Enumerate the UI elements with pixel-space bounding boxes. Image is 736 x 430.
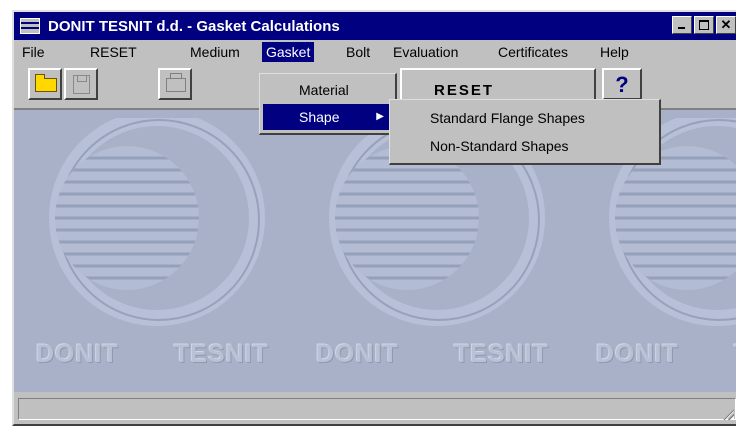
title-bar[interactable]: DONIT TESNIT d.d. - Gasket Calculations … <box>14 12 736 40</box>
app-icon[interactable] <box>20 18 40 34</box>
menu-item-standard-flange-shapes[interactable]: Standard Flange Shapes <box>430 106 585 130</box>
menu-item-material[interactable]: Material <box>263 77 392 103</box>
help-button[interactable]: ? <box>602 68 642 100</box>
disk-icon <box>73 75 90 94</box>
save-button[interactable] <box>64 68 98 100</box>
watermark-word-donit: DONIT <box>316 340 399 368</box>
watermark-word-donit: DONIT <box>596 340 679 368</box>
menu-evaluation[interactable]: Evaluation <box>389 42 462 62</box>
menu-item-shape-label: Shape <box>299 109 340 125</box>
status-text <box>18 398 736 420</box>
menu-gasket[interactable]: Gasket <box>262 42 315 62</box>
maximize-button[interactable] <box>694 16 714 34</box>
triangle-right-icon: ▶ <box>376 111 384 122</box>
menu-file[interactable]: File <box>18 42 49 62</box>
menu-certificates[interactable]: Certificates <box>494 42 572 62</box>
watermark-word-tesnit: TESNIT <box>454 340 549 368</box>
reset-button[interactable]: RESET <box>400 68 596 102</box>
menu-bar: File RESET Medium Gasket Bolt Evaluation… <box>14 40 736 64</box>
menu-bolt[interactable]: Bolt <box>342 42 374 62</box>
shape-submenu: Standard Flange Shapes Non-Standard Shap… <box>389 99 661 165</box>
donit-logo-watermark <box>49 118 265 326</box>
menu-item-shape[interactable]: Shape ▶ <box>263 104 392 130</box>
print-button[interactable] <box>158 68 192 100</box>
window-controls: ✕ <box>672 16 736 34</box>
gasket-menu-dropdown: Material Shape ▶ <box>259 73 397 135</box>
folder-icon <box>35 74 57 92</box>
menu-help[interactable]: Help <box>596 42 633 62</box>
menu-reset[interactable]: RESET <box>86 42 141 62</box>
resize-grip-icon[interactable] <box>722 408 734 420</box>
window-title: DONIT TESNIT d.d. - Gasket Calculations <box>48 17 340 35</box>
menu-medium[interactable]: Medium <box>186 42 244 62</box>
menu-item-non-standard-shapes[interactable]: Non-Standard Shapes <box>430 134 569 158</box>
printer-icon <box>166 73 186 92</box>
watermark-word-tesnit: TESNIT <box>174 340 269 368</box>
menu-item-material-label: Material <box>299 82 349 98</box>
minimize-button[interactable] <box>672 16 692 34</box>
status-bar <box>14 394 736 424</box>
open-button[interactable] <box>28 68 62 100</box>
watermark-word-donit: DONIT <box>36 340 119 368</box>
close-button[interactable]: ✕ <box>716 16 736 34</box>
